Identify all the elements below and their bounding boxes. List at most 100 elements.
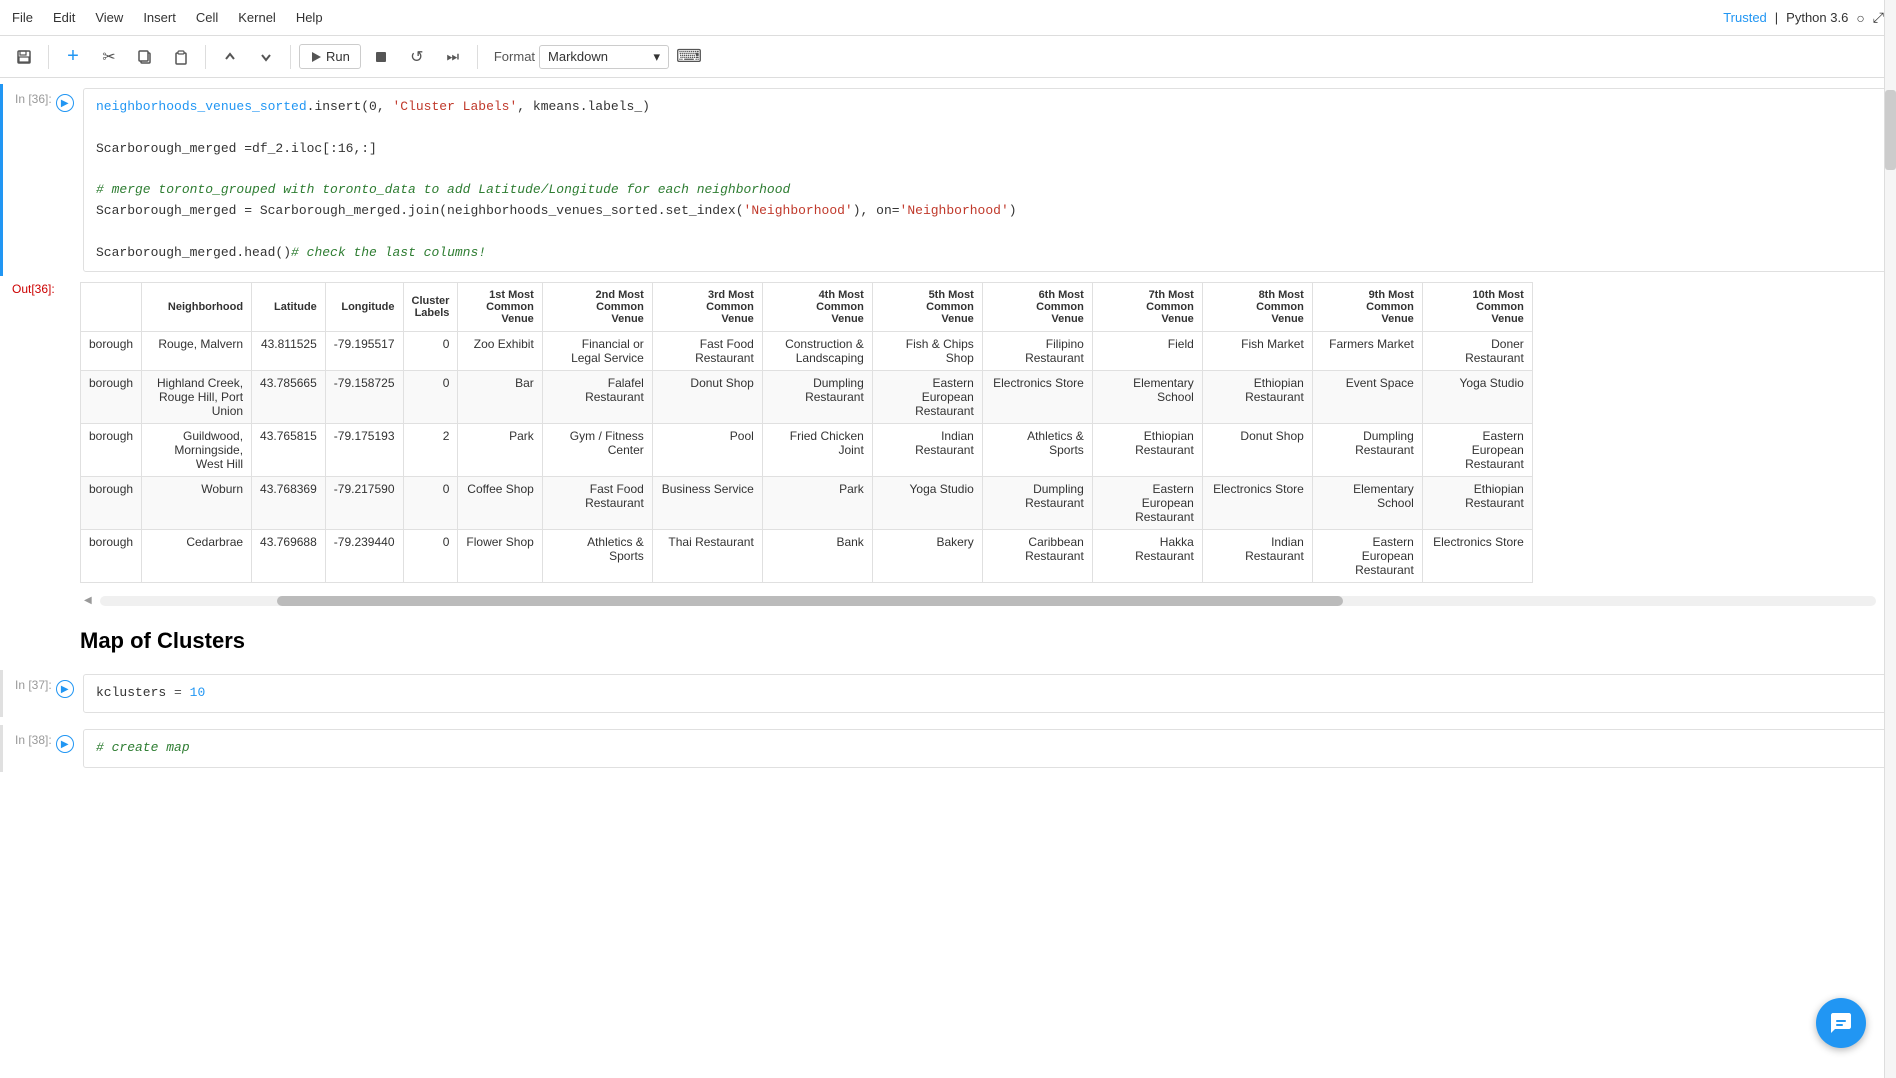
expand-icon[interactable]: ⤢: [1873, 9, 1884, 26]
table-cell: Elementary School: [1312, 477, 1422, 530]
restart-button[interactable]: ↺: [401, 41, 433, 73]
col-header-longitude: Longitude: [325, 283, 403, 332]
table-cell: Doner Restaurant: [1422, 332, 1532, 371]
table-cell: Eastern European Restaurant: [1092, 477, 1202, 530]
menu-item-file[interactable]: File: [12, 10, 33, 25]
output-36-row: Out[36]: Neighborhood Latitude Longitude…: [0, 278, 1896, 587]
scroll-track[interactable]: [100, 596, 1877, 606]
toolbar-separator-1: [48, 45, 49, 69]
table-cell: Athletics & Sports: [982, 424, 1092, 477]
add-cell-button[interactable]: +: [57, 41, 89, 73]
menu-item-insert[interactable]: Insert: [143, 10, 176, 25]
paste-button[interactable]: [165, 41, 197, 73]
menu-item-edit[interactable]: Edit: [53, 10, 75, 25]
table-cell: Fast Food Restaurant: [652, 332, 762, 371]
code-line-3: Scarborough_merged =df_2.iloc[:16,:]: [96, 139, 1883, 160]
trusted-separator: |: [1775, 10, 1778, 25]
scroll-thumb-vertical[interactable]: [1885, 90, 1896, 170]
table-cell: Hakka Restaurant: [1092, 530, 1202, 583]
cell-36-run-button[interactable]: ▶: [56, 94, 74, 112]
cell-37-run-button[interactable]: ▶: [56, 680, 74, 698]
chat-button[interactable]: [1816, 998, 1866, 1048]
cell-37-code[interactable]: kclusters = 10: [83, 674, 1896, 713]
format-select[interactable]: Markdown ▾: [539, 45, 669, 69]
table-cell: -79.175193: [325, 424, 403, 477]
table-cell: Eastern European Restaurant: [1312, 530, 1422, 583]
cut-button[interactable]: ✂: [93, 41, 125, 73]
move-down-button[interactable]: [250, 41, 282, 73]
code-line-5: # merge toronto_grouped with toronto_dat…: [96, 180, 1883, 201]
menu-item-cell[interactable]: Cell: [196, 10, 218, 25]
table-cell: Eastern European Restaurant: [872, 371, 982, 424]
fast-forward-button[interactable]: ⏭: [437, 41, 469, 73]
table-cell: Bakery: [872, 530, 982, 583]
cell-38-code[interactable]: # create map: [83, 729, 1896, 768]
table-cell: Ethiopian Restaurant: [1092, 424, 1202, 477]
table-cell: Electronics Store: [982, 371, 1092, 424]
col-header-cluster: ClusterLabels: [403, 283, 458, 332]
menu-item-kernel[interactable]: Kernel: [238, 10, 276, 25]
col-header-v4: 4th MostCommonVenue: [762, 283, 872, 332]
menu-item-help[interactable]: Help: [296, 10, 323, 25]
table-cell: Zoo Exhibit: [458, 332, 542, 371]
format-label: Format: [494, 49, 535, 64]
table-cell: Electronics Store: [1422, 530, 1532, 583]
col-header-v1: 1st MostCommonVenue: [458, 283, 542, 332]
table-cell: Gym / Fitness Center: [542, 424, 652, 477]
cell-36-code[interactable]: neighborhoods_venues_sorted.insert(0, 'C…: [83, 88, 1896, 272]
table-cell: Electronics Store: [1202, 477, 1312, 530]
copy-button[interactable]: [129, 41, 161, 73]
table-cell: Guildwood, Morningside, West Hill: [142, 424, 252, 477]
chevron-down-icon: ▾: [654, 49, 661, 65]
cell-38-label-text: In [38]:: [15, 733, 52, 747]
table-cell: Caribbean Restaurant: [982, 530, 1092, 583]
cell-37-label: In [37]: ▶: [3, 670, 83, 698]
table-row: boroughRouge, Malvern43.811525-79.195517…: [81, 332, 1533, 371]
format-area: Format Markdown ▾: [494, 45, 669, 69]
table-cell: Bank: [762, 530, 872, 583]
scroll-left-button[interactable]: ◀: [80, 593, 96, 608]
table-cell: Yoga Studio: [1422, 371, 1532, 424]
table-cell: borough: [81, 332, 142, 371]
table-cell: 0: [403, 371, 458, 424]
col-header-v2: 2nd MostCommonVenue: [542, 283, 652, 332]
table-cell: 43.768369: [252, 477, 326, 530]
stop-button[interactable]: [365, 41, 397, 73]
table-cell: 43.769688: [252, 530, 326, 583]
table-cell: Financial or Legal Service: [542, 332, 652, 371]
table-cell: Event Space: [1312, 371, 1422, 424]
move-up-button[interactable]: [214, 41, 246, 73]
table-cell: Fish & Chips Shop: [872, 332, 982, 371]
right-scrollbar[interactable]: [1884, 0, 1896, 1078]
cell-38: In [38]: ▶ # create map: [0, 725, 1896, 772]
run-button[interactable]: Run: [299, 44, 361, 69]
table-cell: Ethiopian Restaurant: [1422, 477, 1532, 530]
table-cell: 0: [403, 530, 458, 583]
menu-bar: File Edit View Insert Cell Kernel Help T…: [0, 0, 1896, 36]
table-cell: Filipino Restaurant: [982, 332, 1092, 371]
run-label: Run: [326, 49, 350, 64]
save-button[interactable]: [8, 41, 40, 73]
cell-38-run-button[interactable]: ▶: [56, 735, 74, 753]
trusted-area: Trusted | Python 3.6 ○ ⤢: [1723, 9, 1884, 26]
table-cell: Yoga Studio: [872, 477, 982, 530]
code-line-4: [96, 159, 1883, 180]
table-cell: Donut Shop: [1202, 424, 1312, 477]
table-cell: Park: [458, 424, 542, 477]
table-cell: Rouge, Malvern: [142, 332, 252, 371]
table-cell: Donut Shop: [652, 371, 762, 424]
scroll-thumb[interactable]: [277, 596, 1343, 606]
python-version: Python 3.6: [1786, 10, 1848, 25]
keyboard-button[interactable]: ⌨: [673, 41, 705, 73]
code-line-8: Scarborough_merged.head()# check the las…: [96, 243, 1883, 264]
menu-item-view[interactable]: View: [95, 10, 123, 25]
format-value: Markdown: [548, 49, 608, 64]
cell-36-label: In [36]: ▶: [3, 84, 83, 112]
cell-36: In [36]: ▶ neighborhoods_venues_sorted.i…: [0, 84, 1896, 276]
table-cell: Thai Restaurant: [652, 530, 762, 583]
table-cell: Farmers Market: [1312, 332, 1422, 371]
table-row: boroughWoburn43.768369-79.2175900Coffee …: [81, 477, 1533, 530]
table-row: boroughHighland Creek, Rouge Hill, Port …: [81, 371, 1533, 424]
table-cell: -79.217590: [325, 477, 403, 530]
markdown-section: Map of Clusters: [0, 612, 1896, 662]
